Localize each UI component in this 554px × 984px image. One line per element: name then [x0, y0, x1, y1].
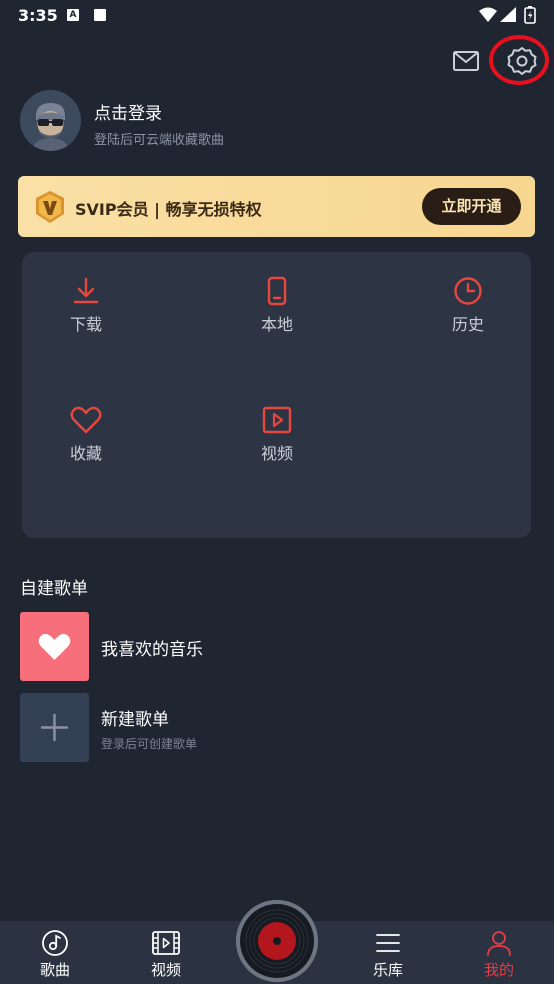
plus-icon: [40, 713, 69, 742]
new-playlist-cover[interactable]: [20, 693, 89, 762]
svip-badge-icon: [36, 191, 64, 223]
grid-item-download[interactable]: 下载: [38, 276, 134, 346]
settings-highlight-ring: [489, 35, 549, 85]
playlist-section-title: 自建歌单: [20, 579, 88, 599]
nav-library[interactable]: 乐库: [338, 921, 438, 984]
grid-label-history: 历史: [451, 315, 484, 334]
nav-songs[interactable]: 歌曲: [5, 921, 105, 984]
nav-label-mine: 我的: [483, 961, 514, 979]
notification-a-icon: A: [67, 9, 79, 21]
now-playing-disc-button[interactable]: [236, 900, 318, 982]
nav-mine[interactable]: 我的: [449, 921, 549, 984]
video-play-icon: [262, 406, 292, 434]
grid-item-favorites[interactable]: 收藏: [38, 405, 134, 475]
favorite-playlist-name[interactable]: 我喜欢的音乐: [101, 635, 203, 660]
grid-item-local[interactable]: 本地: [229, 276, 325, 346]
new-playlist-name[interactable]: 新建歌单: [101, 705, 169, 730]
grid-label-favorites: 收藏: [69, 444, 102, 463]
download-icon: [73, 277, 99, 304]
mail-icon[interactable]: [452, 48, 480, 74]
menu-icon: [376, 934, 400, 952]
svip-text: SVIP会员 | 畅享无损特权: [75, 200, 262, 219]
grid-label-local: 本地: [260, 315, 293, 334]
default-avatar-icon: [20, 90, 81, 151]
film-icon: [152, 931, 180, 955]
music-note-icon: [42, 930, 68, 956]
status-right-icons: [479, 6, 536, 24]
mine-page: 3:35 A 点击登录 登陆后可云端收藏歌曲 SVIP会员 | 畅享无损特权 立…: [0, 0, 554, 984]
signal-icon: [500, 7, 516, 22]
nav-label-library: 乐库: [372, 961, 403, 979]
heart-icon: [70, 406, 102, 434]
grid-label-download: 下载: [69, 315, 102, 334]
grid-item-history[interactable]: 历史: [420, 276, 516, 346]
login-title[interactable]: 点击登录: [94, 99, 162, 124]
phone-icon: [267, 276, 287, 306]
clock-icon: [454, 277, 482, 305]
heart-icon: [38, 633, 71, 660]
avatar[interactable]: [20, 90, 81, 151]
nav-video[interactable]: 视频: [116, 921, 216, 984]
new-playlist-subtitle: 登录后可创建歌单: [101, 737, 198, 751]
vinyl-disc-icon: [236, 900, 318, 982]
nav-label-video: 视频: [150, 961, 181, 979]
grid-label-video: 视频: [260, 444, 293, 463]
person-icon: [487, 931, 511, 956]
grid-item-video[interactable]: 视频: [229, 405, 325, 475]
notification-square-icon: [94, 9, 106, 21]
status-bar: 3:35 A: [0, 0, 554, 32]
nav-label-songs: 歌曲: [39, 961, 70, 979]
login-subtitle: 登陆后可云端收藏歌曲: [94, 133, 225, 148]
wifi-icon: [479, 7, 497, 22]
feature-grid: 下载 本地 历史 收藏 视频: [22, 252, 531, 538]
svip-banner[interactable]: SVIP会员 | 畅享无损特权 立即开通: [18, 176, 535, 237]
open-svip-button[interactable]: 立即开通: [422, 188, 521, 225]
favorite-playlist-cover[interactable]: [20, 612, 89, 681]
status-time: 3:35: [18, 6, 58, 25]
